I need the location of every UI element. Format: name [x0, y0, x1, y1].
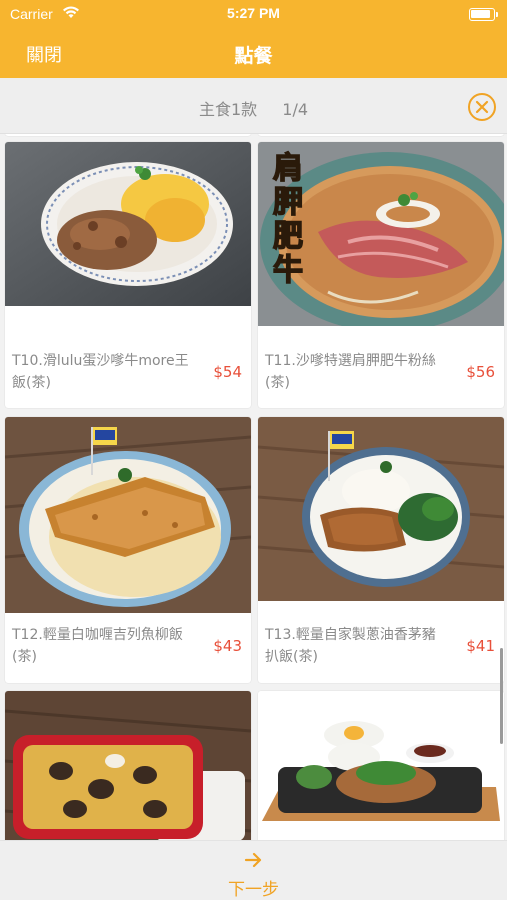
- food-photo: [258, 417, 504, 601]
- menu-card[interactable]: T12.輕量白咖喱吉列魚柳飯(茶) $43: [5, 417, 251, 683]
- arrow-right-icon[interactable]: [244, 851, 264, 869]
- scrollbar[interactable]: [500, 648, 503, 744]
- item-name: T12.輕量白咖喱吉列魚柳飯(茶): [12, 627, 183, 665]
- nav-bar: 關閉 點餐: [0, 30, 507, 78]
- menu-grid[interactable]: T10.滑lulu蛋沙嗲牛more王飯(茶) $54 肩胛肥牛 T11.沙嗲特選…: [0, 134, 507, 840]
- category-label: 主食1款: [198, 100, 258, 119]
- page-indicator: 1/4: [282, 100, 309, 119]
- circle-x-icon[interactable]: [467, 92, 497, 122]
- close-button[interactable]: 關閉: [26, 41, 62, 67]
- item-badge: 肩胛肥牛: [272, 151, 304, 289]
- item-name: T13.輕量自家製蔥油香茅豬扒飯(茶): [265, 627, 436, 665]
- item-price: $54: [213, 363, 242, 381]
- menu-card[interactable]: [5, 691, 251, 840]
- food-photo: [5, 417, 251, 613]
- battery-icon: [469, 8, 498, 21]
- food-photo: [5, 142, 251, 306]
- menu-card[interactable]: T10.滑lulu蛋沙嗲牛more王飯(茶) $54: [5, 142, 251, 408]
- status-time: 5:27 PM: [227, 5, 280, 21]
- food-photo: [258, 691, 504, 840]
- menu-card-partial[interactable]: [5, 134, 251, 136]
- item-price: $41: [466, 637, 495, 655]
- item-name: T10.滑lulu蛋沙嗲牛more王飯(茶): [12, 353, 189, 391]
- menu-card[interactable]: T13.輕量自家製蔥油香茅豬扒飯(茶) $41: [258, 417, 504, 683]
- menu-card-partial[interactable]: [258, 134, 504, 136]
- item-name: T11.沙嗲特選肩胛肥牛粉絲(茶): [265, 353, 436, 391]
- next-button[interactable]: 下一步: [0, 875, 507, 900]
- item-price: $43: [213, 637, 242, 655]
- item-price: $56: [466, 363, 495, 381]
- page-title: 點餐: [234, 45, 273, 67]
- menu-card[interactable]: 肩胛肥牛 T11.沙嗲特選肩胛肥牛粉絲(茶) $56: [258, 142, 504, 408]
- status-bar: Carrier 5:27 PM: [0, 0, 507, 30]
- food-photo: [5, 691, 251, 840]
- food-photo: 肩胛肥牛: [258, 142, 504, 326]
- category-info: 主食1款 1/4: [0, 96, 507, 120]
- category-bar: 主食1款 1/4: [0, 78, 507, 134]
- menu-card[interactable]: [258, 691, 504, 840]
- bottom-bar: 下一步: [0, 840, 507, 900]
